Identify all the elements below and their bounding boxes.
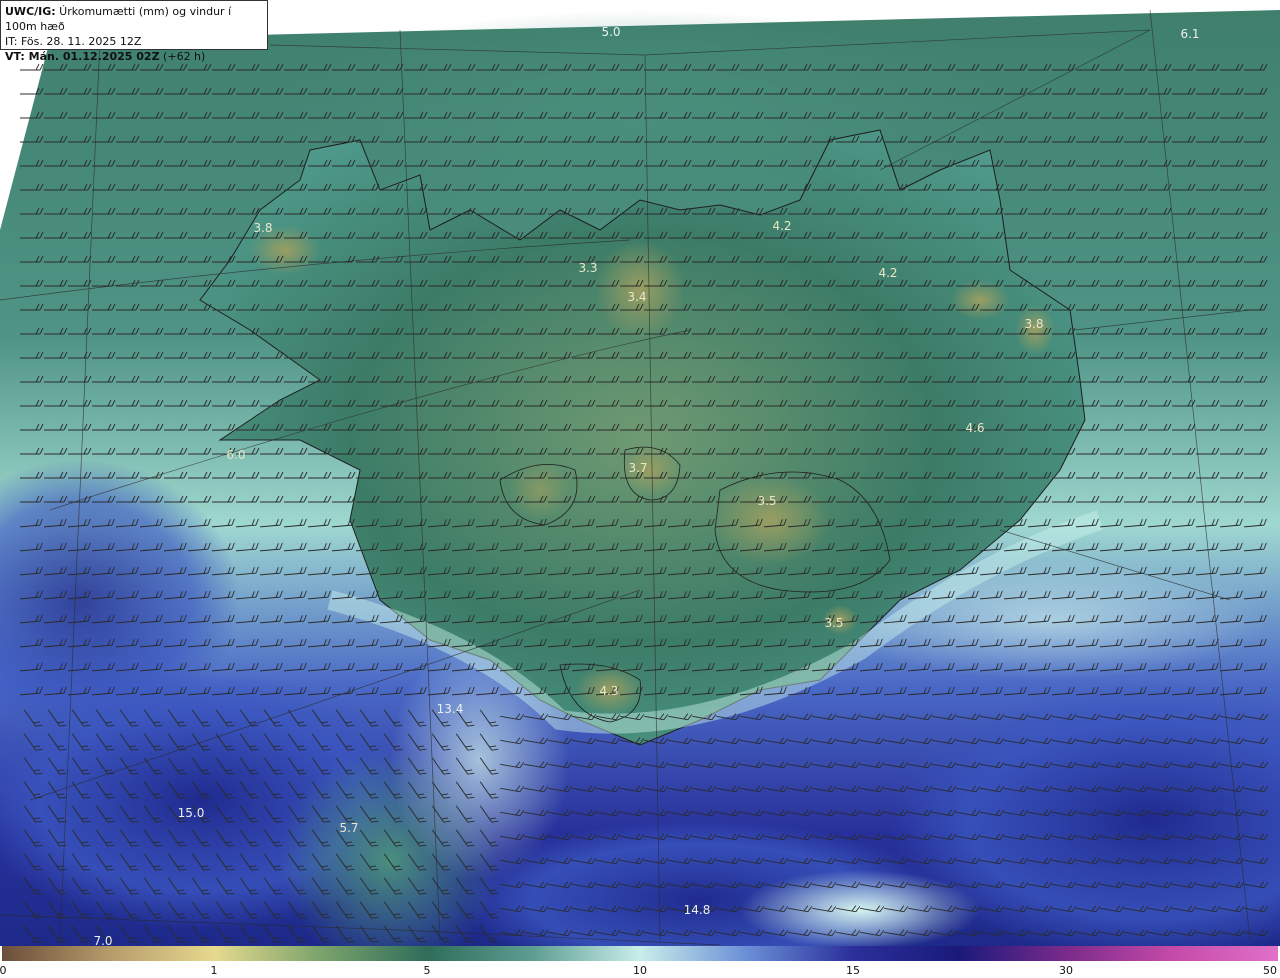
title-box: UWC/IG: Úrkomumætti (mm) og vindur í 100… bbox=[0, 0, 268, 63]
map-label: 6.1 bbox=[1180, 27, 1200, 41]
map-label: 4.6 bbox=[965, 421, 985, 435]
colorbar-tick: 5 bbox=[423, 964, 431, 977]
map-label: 4.2 bbox=[772, 219, 792, 233]
map-label: 13.4 bbox=[436, 702, 464, 716]
map-label: 3.8 bbox=[253, 221, 273, 235]
map-label: 3.8 bbox=[1024, 317, 1044, 331]
colorbar-tick: 30 bbox=[1059, 964, 1073, 977]
init-time: IT: Fös. 28. 11. 2025 12Z bbox=[5, 35, 142, 48]
map-label: 3.5 bbox=[824, 616, 844, 630]
colorbar-gradient bbox=[2, 946, 1278, 961]
map-label: 14.8 bbox=[683, 903, 711, 917]
valid-time: VT: Mán. 01.12.2025 02Z (+62 h) bbox=[5, 50, 206, 63]
colorbar: 0 1 5 10 15 30 50 bbox=[0, 946, 1280, 978]
colorbar-tick: 1 bbox=[210, 964, 218, 977]
map-label: 3.3 bbox=[578, 261, 598, 275]
colorbar-tick: 50 bbox=[1263, 964, 1277, 977]
colorbar-tick: 10 bbox=[633, 964, 647, 977]
map-label: 15.0 bbox=[177, 806, 205, 820]
map-label: 4.2 bbox=[878, 266, 898, 280]
map-label: 3.7 bbox=[628, 461, 648, 475]
map-stage: UWC/IG: Úrkomumætti (mm) og vindur í 100… bbox=[0, 0, 1280, 978]
colorbar-tick: 15 bbox=[846, 964, 860, 977]
map-label: 3.4 bbox=[627, 290, 647, 304]
map-label: 4.3 bbox=[599, 684, 619, 698]
map-label: 5.0 bbox=[601, 25, 621, 39]
map-label: 5.7 bbox=[339, 821, 359, 835]
map-label: 6.0 bbox=[226, 448, 246, 462]
title-line: UWC/IG: Úrkomumætti (mm) og vindur í 100… bbox=[5, 5, 232, 33]
colorbar-tick: 0 bbox=[0, 964, 7, 977]
map-label: 3.5 bbox=[757, 494, 777, 508]
